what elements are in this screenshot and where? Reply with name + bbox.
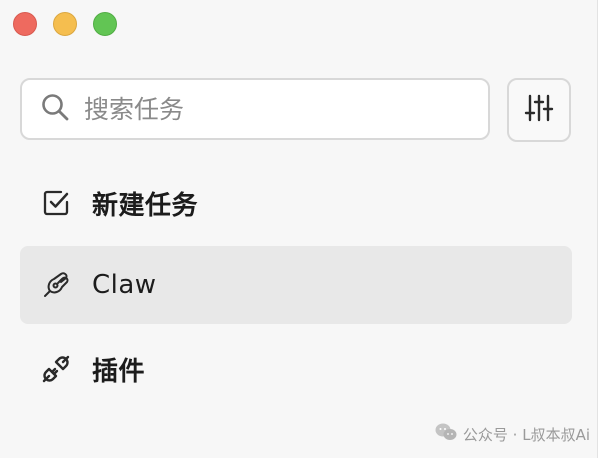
filter-settings-button[interactable] [507, 78, 571, 142]
app-window: 新建任务 Claw [0, 0, 606, 458]
window-divider [597, 0, 606, 458]
watermark-text: 公众号 · L叔本叔Ai [462, 425, 590, 444]
plug-icon [40, 353, 72, 385]
checkbox-edit-icon [40, 187, 72, 219]
window-controls [13, 12, 117, 36]
close-window-button[interactable] [13, 12, 37, 36]
nav-item-label: Claw [92, 270, 157, 300]
claw-icon [40, 269, 72, 301]
nav-item-label: 插件 [92, 356, 146, 387]
search-icon [40, 92, 70, 126]
maximize-window-button[interactable] [93, 12, 117, 36]
minimize-window-button[interactable] [53, 12, 77, 36]
nav-item-claw[interactable]: Claw [20, 246, 572, 324]
search-box[interactable] [20, 78, 490, 140]
wechat-icon [435, 422, 457, 446]
nav-item-plugins[interactable]: 插件 [20, 330, 572, 408]
nav-item-new-task[interactable]: 新建任务 [20, 164, 572, 242]
search-input[interactable] [84, 94, 464, 124]
sliders-icon [523, 92, 555, 128]
search-row [20, 78, 571, 142]
watermark: 公众号 · L叔本叔Ai [435, 422, 590, 446]
nav-item-label: 新建任务 [92, 190, 199, 221]
